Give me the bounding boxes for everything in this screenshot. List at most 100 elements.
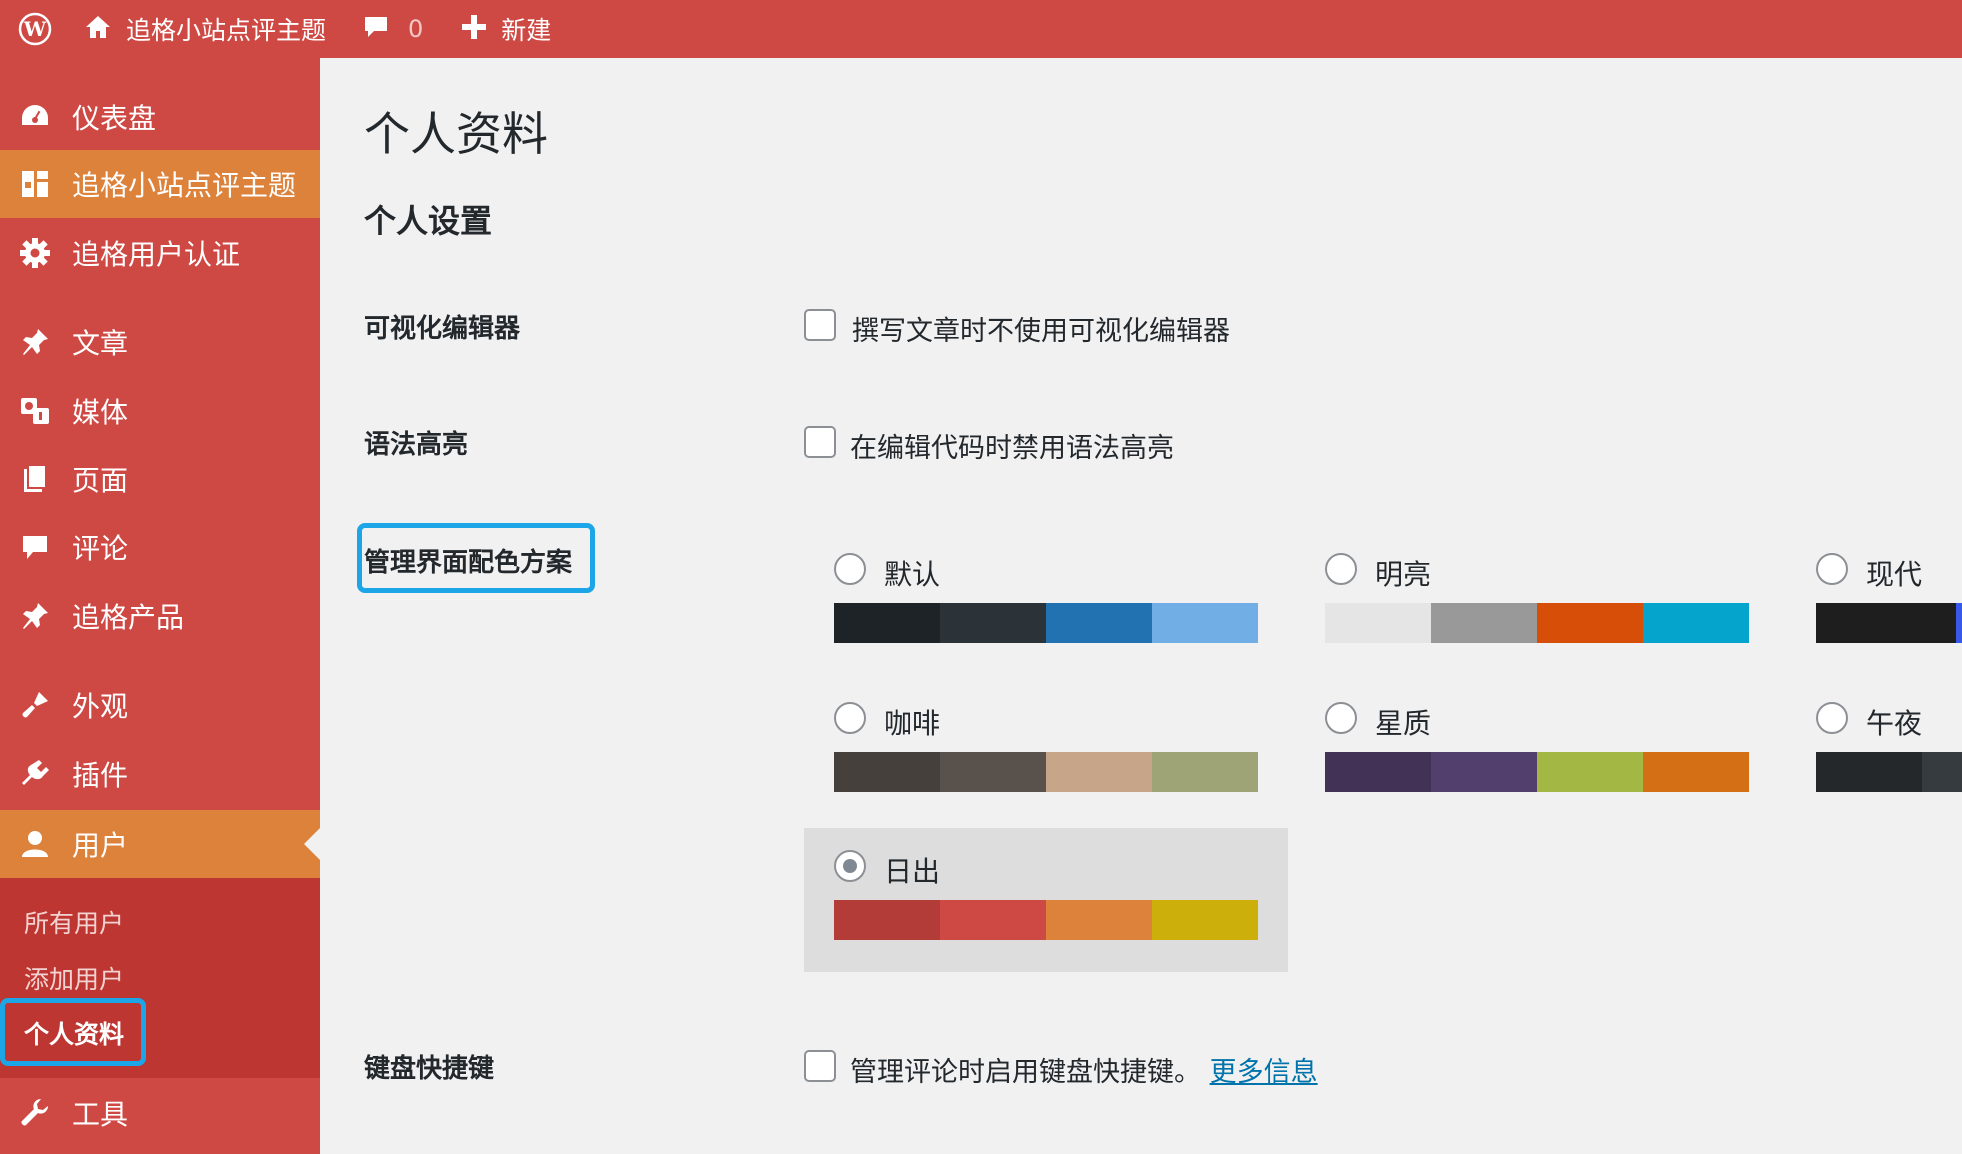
palette-swatch — [940, 603, 1046, 643]
comment-bubble-icon — [362, 13, 390, 45]
sidebar-item-label: 用户 — [72, 829, 129, 862]
scheme-radio[interactable] — [1325, 702, 1357, 734]
color-scheme-option-selected[interactable]: 日出 — [804, 828, 1288, 972]
palette-swatch — [1152, 900, 1258, 940]
scheme-radio[interactable] — [1816, 702, 1848, 734]
section-title: 个人设置 — [364, 202, 493, 240]
wordpress-logo-icon[interactable]: W — [0, 0, 70, 58]
dashboard-icon — [17, 99, 53, 135]
scheme-palette — [1325, 603, 1749, 643]
palette-swatch — [1537, 752, 1643, 792]
sidebar-item-dashboard[interactable]: 仪表盘 — [0, 86, 320, 148]
sidebar-item-pages[interactable]: 页面 — [0, 448, 320, 510]
sidebar-item-label: 追格用户认证 — [72, 238, 241, 271]
theme-layout-icon — [17, 166, 53, 202]
home-icon — [84, 13, 112, 45]
palette-swatch — [1816, 752, 1922, 792]
palette-swatch — [1537, 603, 1643, 643]
sidebar-item-label: 文章 — [72, 327, 129, 360]
palette-swatch — [1325, 603, 1431, 643]
scheme-radio[interactable] — [834, 553, 866, 585]
scheme-palette — [834, 752, 1258, 792]
page-icon — [17, 461, 53, 497]
sidebar-item-user-verification[interactable]: 追格用户认证 — [0, 222, 320, 284]
scheme-name: 明亮 — [1375, 558, 1432, 591]
scheme-palette — [1816, 752, 1962, 792]
sidebar-item-label: 评论 — [72, 532, 129, 565]
sidebar-item-label: 工具 — [72, 1098, 129, 1131]
scheme-radio[interactable] — [1325, 553, 1357, 585]
svg-text:W: W — [23, 17, 47, 41]
sidebar-item-label: 追格产品 — [72, 601, 185, 634]
palette-swatch — [940, 752, 1046, 792]
current-menu-arrow — [304, 828, 320, 860]
main-content: 个人资料 个人设置 可视化编辑器 撰写文章时不使用可视化编辑器 语法高亮 在编辑… — [320, 58, 1962, 1154]
visual-editor-checkbox[interactable] — [804, 309, 836, 341]
sidebar-item-label: 追格小站点评主题 — [72, 169, 297, 202]
scheme-palette — [834, 900, 1258, 940]
scheme-palette — [1816, 603, 1962, 643]
scheme-radio[interactable] — [834, 702, 866, 734]
keyboard-shortcuts-checkbox[interactable] — [804, 1050, 836, 1082]
submenu-all-users[interactable]: 所有用户 — [24, 904, 124, 940]
color-scheme-highlight-box — [357, 523, 595, 593]
palette-swatch — [1152, 752, 1258, 792]
site-name: 追格小站点评主题 — [126, 16, 327, 45]
page-title: 个人资料 — [364, 107, 548, 161]
sidebar-item-posts[interactable]: 文章 — [0, 311, 320, 373]
visual-editor-label: 可视化编辑器 — [364, 314, 521, 344]
scheme-radio[interactable] — [1816, 553, 1848, 585]
palette-swatch — [1325, 752, 1431, 792]
pin-icon — [17, 598, 53, 634]
palette-swatch — [834, 900, 940, 940]
sidebar-item-users[interactable]: 用户 — [0, 810, 320, 878]
new-label: 新建 — [501, 16, 552, 45]
keyboard-shortcuts-label: 键盘快捷键 — [364, 1054, 495, 1084]
palette-swatch — [834, 603, 940, 643]
sidebar-item-comments[interactable]: 评论 — [0, 516, 320, 578]
sidebar-item-label: 插件 — [72, 759, 129, 792]
palette-swatch — [940, 900, 1046, 940]
sidebar-item-tools[interactable]: 工具 — [0, 1078, 320, 1148]
keyboard-shortcuts-option: 管理评论时启用键盘快捷键。 更多信息 — [850, 1050, 1318, 1089]
sidebar-item-media[interactable]: 媒体 — [0, 380, 320, 442]
scheme-radio-checked[interactable] — [834, 850, 866, 882]
palette-swatch — [1431, 752, 1537, 792]
palette-swatch — [1816, 603, 1956, 643]
sidebar-item-plugins[interactable]: 插件 — [0, 743, 320, 805]
sidebar-item-products[interactable]: 追格产品 — [0, 585, 320, 647]
syntax-highlight-checkbox[interactable] — [804, 426, 836, 458]
radio-dot — [843, 859, 857, 873]
palette-swatch — [1922, 752, 1962, 792]
sidebar-item-theme[interactable]: 追格小站点评主题 — [0, 150, 320, 218]
palette-swatch — [834, 752, 940, 792]
color-scheme-option[interactable]: 星质 — [1295, 682, 1779, 822]
palette-swatch — [1046, 900, 1152, 940]
new-content-button[interactable]: 新建 — [461, 0, 551, 58]
scheme-palette — [1325, 752, 1749, 792]
scheme-name: 星质 — [1375, 707, 1432, 740]
color-scheme-option[interactable]: 现代 — [1786, 533, 1962, 673]
color-scheme-option[interactable]: 咖啡 — [804, 682, 1288, 822]
sidebar-item-label: 页面 — [72, 464, 129, 497]
media-icon — [17, 393, 53, 429]
visual-editor-option: 撰写文章时不使用可视化编辑器 — [852, 316, 1230, 347]
color-scheme-option[interactable]: 默认 — [804, 533, 1288, 673]
syntax-highlight-label: 语法高亮 — [364, 430, 469, 460]
palette-swatch — [1643, 752, 1749, 792]
gear-icon — [17, 235, 53, 271]
site-home-link[interactable]: 追格小站点评主题 — [70, 0, 326, 58]
sidebar-item-appearance[interactable]: 外观 — [0, 674, 320, 736]
user-icon — [17, 826, 53, 862]
color-scheme-option[interactable]: 明亮 — [1295, 533, 1779, 673]
comment-count: 0 — [408, 15, 424, 43]
more-info-link[interactable]: 更多信息 — [1210, 1057, 1318, 1088]
comments-link[interactable]: 0 — [362, 0, 423, 58]
profile-highlight-box — [0, 998, 146, 1066]
sidebar-item-label: 媒体 — [72, 396, 129, 429]
submenu-add-user[interactable]: 添加用户 — [24, 960, 124, 996]
color-scheme-option[interactable]: 午夜 — [1786, 682, 1962, 822]
brush-icon — [17, 687, 53, 723]
scheme-name: 日出 — [884, 855, 941, 888]
scheme-name: 咖啡 — [884, 707, 941, 740]
